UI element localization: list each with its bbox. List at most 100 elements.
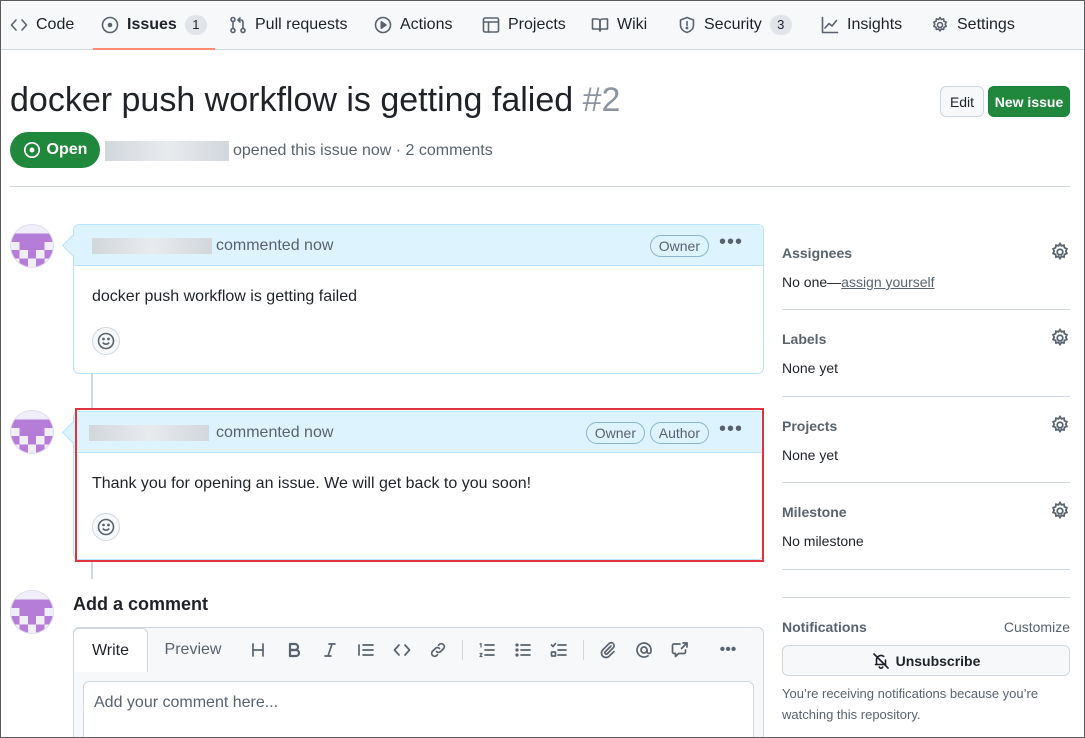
- heading-icon[interactable]: [240, 640, 276, 660]
- table-icon: [482, 17, 500, 33]
- issue-state-badge: Open: [10, 132, 100, 168]
- tab-insights[interactable]: Insights: [821, 1, 902, 49]
- tab-label: Insights: [847, 16, 903, 33]
- projects-gear-icon[interactable]: [1050, 415, 1070, 435]
- owner-badge: Owner: [649, 235, 709, 257]
- ordered-list-icon[interactable]: [469, 640, 505, 660]
- play-icon: [374, 16, 392, 34]
- milestone-heading[interactable]: Milestone: [782, 504, 1070, 520]
- graph-icon: [821, 16, 839, 34]
- issue-comment: commented now Owner ••• docker push work…: [73, 224, 764, 374]
- sidebar-divider: [782, 309, 1070, 310]
- timeline-line: [91, 562, 93, 579]
- assignees-gear-icon[interactable]: [1050, 242, 1070, 262]
- sidebar-notifications: Notifications Customize: [782, 619, 1070, 635]
- task-list-icon[interactable]: [541, 640, 577, 660]
- issue-title: docker push workflow is getting falied #…: [10, 81, 620, 120]
- tab-projects[interactable]: Projects: [482, 1, 566, 49]
- milestone-gear-icon[interactable]: [1050, 501, 1070, 521]
- comment-author-redacted[interactable]: [89, 425, 209, 441]
- issue-number: #2: [582, 81, 621, 119]
- toolbar-divider: [462, 640, 463, 660]
- tab-label: Issues: [127, 16, 177, 33]
- issue-meta: opened this issue now · 2 comments: [233, 142, 493, 159]
- more-options-kebab-icon[interactable]: •••: [710, 640, 746, 660]
- repo-nav: Code Issues 1 Pull requests Actions Proj…: [1, 1, 1084, 50]
- comment-body: Thank you for opening an issue. We will …: [92, 475, 532, 492]
- tab-label: Projects: [508, 16, 566, 33]
- smiley-icon: [97, 332, 115, 350]
- tab-wiki[interactable]: Wiki: [591, 1, 647, 49]
- avatar[interactable]: [10, 410, 54, 454]
- shield-icon: [679, 16, 695, 34]
- comment-timestamp[interactable]: commented now: [216, 237, 333, 255]
- mention-icon[interactable]: [626, 640, 662, 660]
- markdown-toolbar: •••: [240, 640, 746, 660]
- tab-write[interactable]: Write: [73, 628, 148, 672]
- issue-opened-icon: [101, 16, 119, 34]
- tab-label: Pull requests: [255, 16, 348, 33]
- timeline-line: [91, 374, 93, 409]
- labels-heading[interactable]: Labels: [782, 331, 1070, 347]
- assignees-value: No one—assign yourself: [782, 274, 935, 290]
- tab-pull-requests[interactable]: Pull requests: [229, 1, 348, 49]
- header-divider: [10, 186, 1070, 187]
- avatar[interactable]: [10, 224, 54, 268]
- git-pull-request-icon: [230, 16, 246, 34]
- tab-label: Settings: [957, 16, 1015, 33]
- tab-security[interactable]: Security 3: [678, 1, 792, 49]
- issues-count: 1: [184, 15, 207, 35]
- edit-title-button[interactable]: Edit: [940, 86, 984, 117]
- unordered-list-icon[interactable]: [505, 640, 541, 660]
- paperclip-icon[interactable]: [590, 640, 626, 660]
- add-comment-heading: Add a comment: [73, 594, 209, 614]
- quote-icon[interactable]: [348, 640, 384, 660]
- italic-icon[interactable]: [312, 640, 348, 660]
- comment-options-kebab-icon[interactable]: •••: [719, 418, 743, 441]
- issue-title-text: docker push workflow is getting falied: [10, 81, 574, 119]
- tab-settings[interactable]: Settings: [931, 1, 1015, 49]
- assign-yourself-link[interactable]: assign yourself: [841, 274, 934, 290]
- owner-badge: Owner: [585, 422, 645, 444]
- issue-comment: commented now Owner Author ••• Thank you…: [73, 411, 764, 560]
- avatar[interactable]: [10, 590, 54, 634]
- unsubscribe-button[interactable]: Unsubscribe: [782, 645, 1070, 676]
- link-icon[interactable]: [420, 640, 456, 660]
- sidebar-divider: [782, 482, 1070, 483]
- book-icon: [591, 18, 609, 32]
- page-frame: Code Issues 1 Pull requests Actions Proj…: [0, 0, 1085, 738]
- assignees-heading[interactable]: Assignees: [782, 245, 1070, 261]
- issue-opened-icon: [23, 141, 40, 159]
- labels-value: None yet: [782, 360, 839, 376]
- comment-author-redacted[interactable]: [92, 238, 212, 254]
- sidebar-projects: Projects None yet: [782, 415, 1070, 463]
- comment-editor: Write Preview ••• Add your comment here.…: [73, 627, 764, 737]
- comment-timestamp[interactable]: commented now: [216, 424, 333, 442]
- cross-reference-icon[interactable]: [662, 640, 698, 660]
- customize-link[interactable]: Customize: [1004, 619, 1070, 635]
- add-reaction-button[interactable]: [92, 513, 120, 541]
- tab-code[interactable]: Code: [10, 1, 74, 49]
- sidebar-labels: Labels None yet: [782, 328, 1070, 376]
- tab-issues[interactable]: Issues 1: [93, 1, 215, 50]
- bell-slash-icon: [872, 652, 889, 669]
- notification-reason: You’re receiving notifications because y…: [782, 686, 1039, 722]
- comment-body: docker push workflow is getting failed: [92, 288, 358, 305]
- comment-header: commented now Owner Author •••: [74, 412, 763, 453]
- gear-icon: [933, 16, 947, 32]
- comment-textarea[interactable]: [83, 681, 754, 737]
- unsubscribe-label: Unsubscribe: [895, 652, 981, 669]
- code-icon[interactable]: [384, 640, 420, 660]
- tab-label: Actions: [400, 16, 453, 33]
- tab-preview[interactable]: Preview: [158, 628, 228, 671]
- code-icon: [10, 19, 28, 31]
- bold-icon[interactable]: [276, 640, 312, 660]
- labels-gear-icon[interactable]: [1050, 328, 1070, 348]
- projects-heading[interactable]: Projects: [782, 418, 1070, 434]
- author-redacted: [105, 141, 229, 161]
- comment-options-kebab-icon[interactable]: •••: [719, 231, 743, 254]
- sidebar-assignees: Assignees No one—assign yourself: [782, 242, 1070, 290]
- add-reaction-button[interactable]: [92, 327, 120, 355]
- new-issue-button[interactable]: New issue: [988, 86, 1070, 117]
- tab-actions[interactable]: Actions: [374, 1, 452, 49]
